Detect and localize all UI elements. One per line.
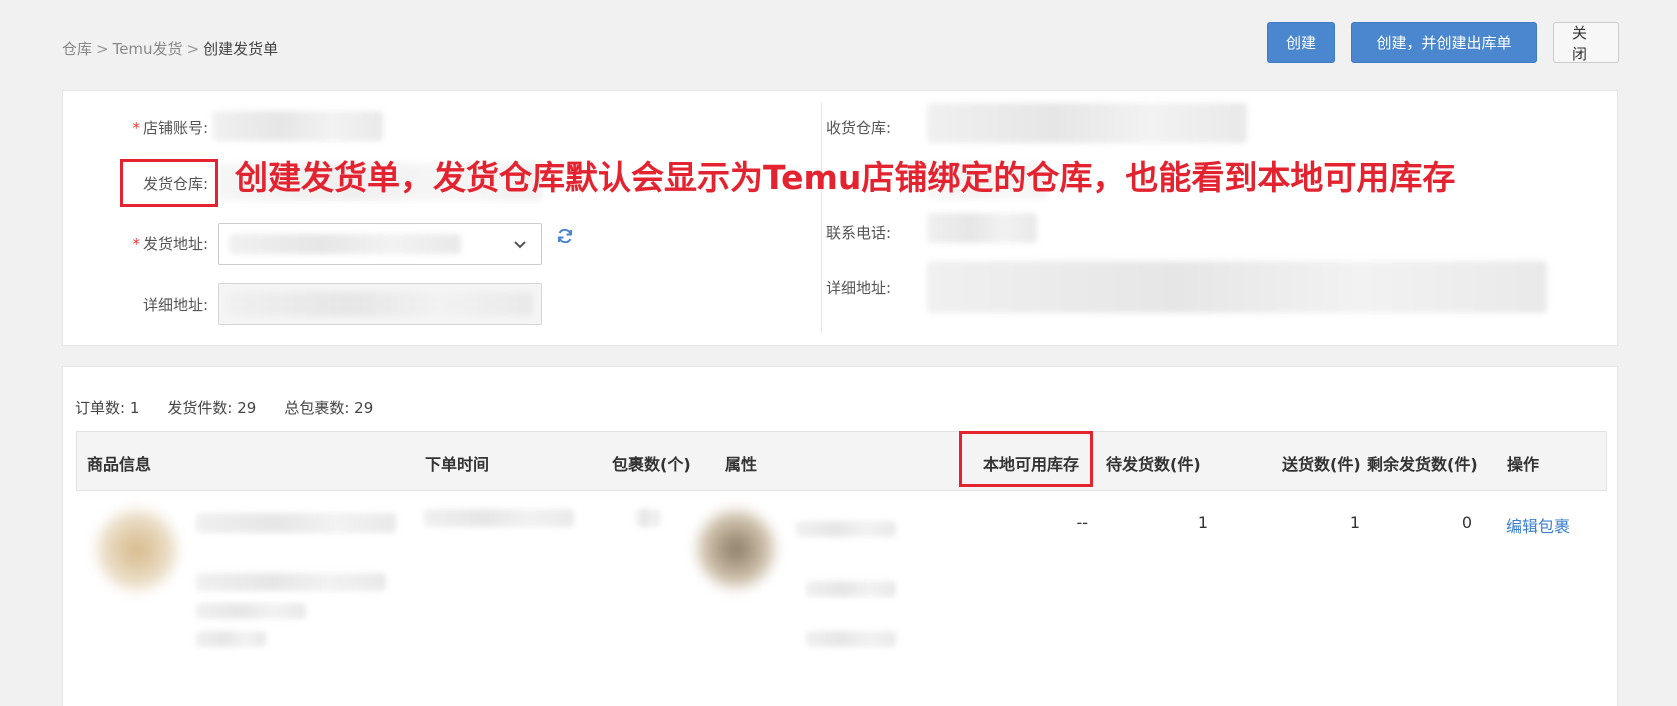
table-header: 商品信息 下单时间 包裹数(个) 属性 本地可用库存 待发货数(件) 送货数(件… — [76, 431, 1607, 491]
column-package-count: 包裹数(个) — [612, 455, 691, 474]
create-and-outbound-button[interactable]: 创建，并创建出库单 — [1351, 22, 1537, 63]
column-remaining-qty: 剩余发货数(件) — [1367, 455, 1478, 474]
orders-count: 订单数: 1 — [75, 399, 140, 417]
product-title — [196, 513, 396, 533]
shipment-summary: 订单数: 1 发货件数: 29 总包裹数: 29 — [75, 397, 373, 418]
attribute-text — [806, 631, 896, 647]
local-stock-value: -- — [1076, 513, 1088, 532]
receive-detail-address-value — [927, 261, 1547, 313]
breadcrumb: 仓库 > Temu发货 > 创建发货单 — [62, 38, 278, 59]
detail-address-value — [227, 292, 533, 316]
chevron-down-icon — [514, 241, 526, 249]
pending-qty-value: 1 — [1197, 513, 1208, 532]
attribute-text — [806, 581, 896, 597]
breadcrumb-item-temu-shipping[interactable]: Temu发货 — [113, 38, 183, 59]
table-row: -- 1 1 0 编辑包裹 — [76, 491, 1607, 706]
packages-count: 总包裹数: 29 — [284, 399, 374, 417]
breadcrumb-separator: > — [96, 39, 109, 58]
attribute-image — [696, 509, 776, 589]
product-detail — [196, 631, 266, 647]
contact-phone-value — [927, 213, 1037, 243]
annotation-text: 创建发货单，发货仓库默认会显示为Temu店铺绑定的仓库，也能看到本地可用库存 — [235, 158, 1456, 197]
contact-phone-label: 联系电话: — [825, 224, 891, 242]
highlight-frame-local-stock — [959, 431, 1093, 487]
close-button[interactable]: 关闭 — [1553, 22, 1619, 63]
column-delivered-qty: 送货数(件) — [1282, 455, 1361, 474]
remaining-qty-value: 0 — [1461, 513, 1472, 532]
shipment-form-card: * 店铺账号: 发货仓库: * 发货地址: 详细地址: 收货仓库: 联系电话: 详细… — [62, 90, 1618, 346]
items-count: 发货件数: 29 — [167, 399, 257, 417]
create-button[interactable]: 创建 — [1267, 22, 1335, 63]
detail-address-input[interactable] — [218, 283, 542, 325]
column-attributes: 属性 — [725, 455, 758, 474]
refresh-icon[interactable] — [555, 226, 575, 246]
receive-detail-address-label: 详细地址: — [825, 279, 891, 297]
delivered-qty-value: 1 — [1349, 513, 1360, 532]
detail-address-label: 详细地址: — [142, 296, 208, 314]
column-order-time: 下单时间 — [425, 455, 490, 474]
package-count-value — [636, 509, 660, 527]
shop-account-value[interactable] — [213, 111, 383, 141]
order-time-value — [424, 509, 574, 527]
product-image — [96, 509, 178, 591]
receive-warehouse-value — [927, 103, 1247, 143]
ship-address-label: * 发货地址: — [132, 235, 208, 253]
toolbar: 创建 创建，并创建出库单 关闭 — [1267, 22, 1619, 63]
ship-address-select[interactable] — [218, 223, 542, 265]
product-detail — [196, 603, 306, 619]
highlight-frame-ship-warehouse — [120, 159, 218, 207]
column-actions: 操作 — [1507, 455, 1540, 474]
column-pending-qty: 待发货数(件) — [1106, 455, 1201, 474]
breadcrumb-item-create-shipment: 创建发货单 — [203, 40, 279, 58]
receive-warehouse-label: 收货仓库: — [825, 119, 891, 137]
edit-package-link[interactable]: 编辑包裹 — [1506, 513, 1570, 537]
shipment-items-card: 订单数: 1 发货件数: 29 总包裹数: 29 商品信息 下单时间 包裹数(个… — [62, 366, 1618, 706]
breadcrumb-item-warehouse[interactable]: 仓库 — [62, 38, 92, 59]
shop-account-label: * 店铺账号: — [132, 119, 208, 137]
column-product-info: 商品信息 — [87, 455, 152, 474]
ship-address-value — [229, 234, 461, 254]
breadcrumb-separator: > — [186, 39, 200, 58]
product-detail — [196, 573, 386, 591]
attribute-text — [796, 521, 896, 537]
